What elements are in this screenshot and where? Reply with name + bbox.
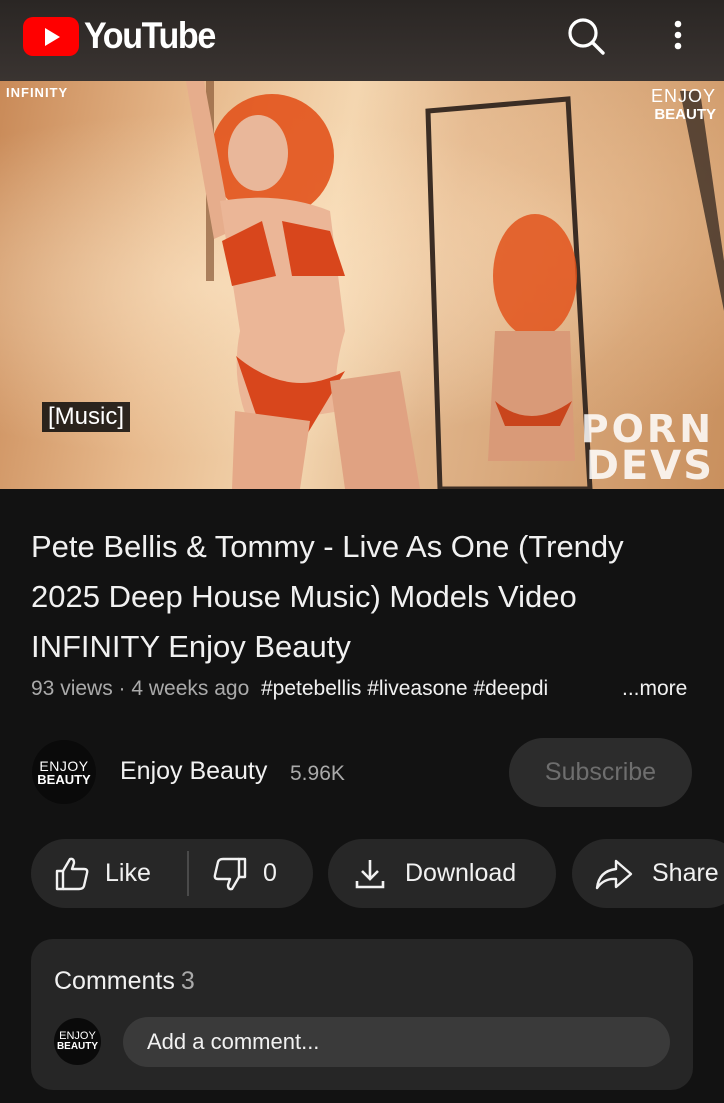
youtube-logo[interactable]: YouTube [23, 15, 226, 57]
like-button[interactable]: Like [53, 839, 151, 908]
video-player[interactable]: INFINITY ENJOY BEAUTY [Music] PORN DEVS [0, 81, 724, 489]
watermark-right: ENJOY BEAUTY [651, 87, 716, 122]
channel-name[interactable]: Enjoy Beauty [120, 757, 267, 786]
download-button[interactable]: Download [328, 839, 556, 908]
subscriber-count: 5.96K [290, 762, 345, 785]
channel-avatar[interactable]: ENJOY BEAUTY [32, 740, 96, 804]
watermark-corner-line1: PORN [580, 407, 714, 451]
top-app-bar: YouTube [0, 0, 724, 81]
watermark-corner: PORN DEVS [580, 407, 714, 489]
watermark-right-line1: ENJOY [650, 86, 716, 106]
closed-caption: [Music] [42, 402, 131, 432]
more-vert-icon [674, 20, 682, 50]
show-more-link[interactable]: ...more [622, 677, 687, 701]
like-dislike-bar: Like 0 [31, 839, 313, 908]
channel-avatar-line1: ENJOY [39, 757, 89, 774]
like-label: Like [105, 859, 151, 887]
comments-header: Comments 3 [54, 967, 195, 996]
dislike-button[interactable]: 0 [211, 839, 277, 908]
comments-section[interactable]: Comments 3 ENJOY BEAUTY Add a comment... [31, 939, 693, 1090]
comments-count: 3 [180, 967, 195, 995]
search-button[interactable] [563, 14, 609, 60]
watermark-right-line2: BEAUTY [654, 106, 716, 123]
download-icon [355, 859, 385, 888]
share-icon [595, 859, 633, 889]
user-avatar-line2: BEAUTY [56, 1041, 99, 1052]
meta-fade [560, 677, 625, 707]
channel-avatar-line2: BEAUTY [37, 771, 91, 787]
comments-title: Comments [54, 967, 175, 995]
hashtags[interactable]: #petebellis #liveasone #deepdi [261, 677, 548, 700]
add-comment-input[interactable]: Add a comment... [123, 1017, 670, 1067]
upload-age: 4 weeks ago [131, 677, 250, 700]
view-count: 93 views [31, 677, 113, 700]
meta-separator: · [112, 677, 132, 700]
subscribe-button[interactable]: Subscribe [509, 738, 692, 807]
thumb-up-icon [55, 857, 89, 890]
search-icon [568, 18, 605, 55]
dislike-count: 0 [263, 859, 277, 887]
like-divider [187, 851, 189, 896]
share-button[interactable]: Share [572, 839, 724, 908]
share-label: Share [652, 859, 719, 887]
user-avatar: ENJOY BEAUTY [54, 1018, 101, 1065]
download-label: Download [405, 859, 517, 887]
logo-text: YouTube [84, 15, 216, 56]
more-options-button[interactable] [660, 14, 696, 60]
video-title[interactable]: Pete Bellis & Tommy - Live As One (Trend… [31, 522, 701, 672]
thumb-down-icon [213, 857, 247, 890]
watermark-left: INFINITY [6, 85, 69, 100]
youtube-logo-icon [23, 16, 79, 56]
youtube-watch-page: YouTube INFINITY ENJOY BEAUTY [Music] PO… [0, 0, 724, 1103]
watermark-corner-line2: DEVS [585, 443, 714, 489]
